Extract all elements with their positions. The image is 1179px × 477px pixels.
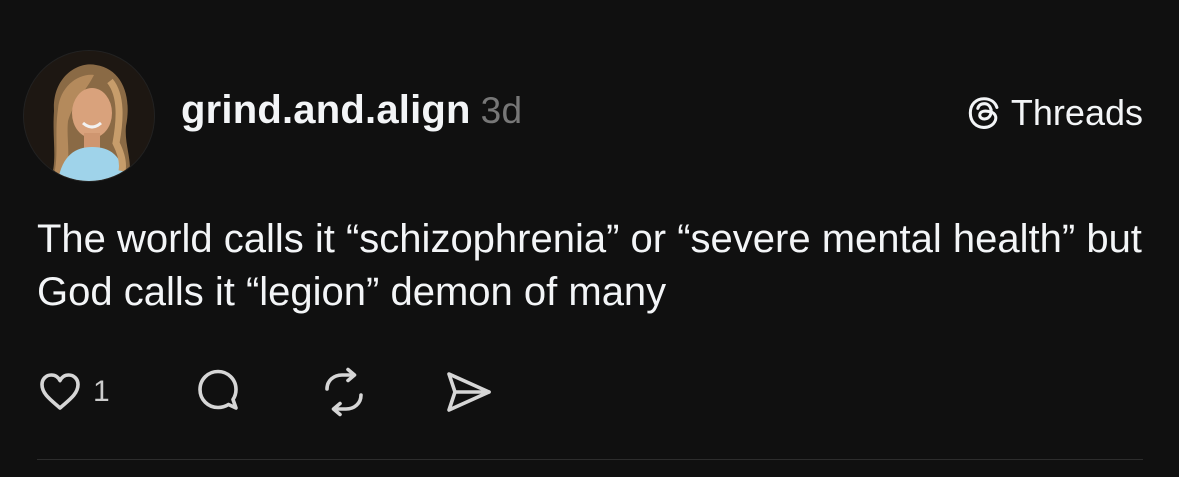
like-button[interactable]: 1 <box>37 364 110 420</box>
heart-icon <box>40 373 80 410</box>
post-body: The world calls it “schizophrenia” or “s… <box>37 217 1142 314</box>
username[interactable]: grind.and.align <box>181 88 471 132</box>
brand-name: Threads <box>1010 92 1143 133</box>
divider <box>37 459 1143 460</box>
threads-post: grind.and.align 3d Threads The world call… <box>0 0 1179 477</box>
repost-icon <box>325 367 363 417</box>
avatar-image <box>24 51 154 181</box>
share-icon <box>447 372 491 412</box>
avatar[interactable] <box>24 51 154 181</box>
comment-button[interactable] <box>192 364 244 420</box>
comment-icon <box>198 369 238 410</box>
post-header: grind.and.align 3d <box>181 88 522 133</box>
timestamp: 3d <box>480 90 523 131</box>
like-count: 1 <box>93 375 110 408</box>
repost-button[interactable] <box>317 364 371 420</box>
threads-logo-icon <box>968 97 999 129</box>
share-button[interactable] <box>442 364 496 420</box>
threads-brand: Threads <box>965 92 1143 134</box>
